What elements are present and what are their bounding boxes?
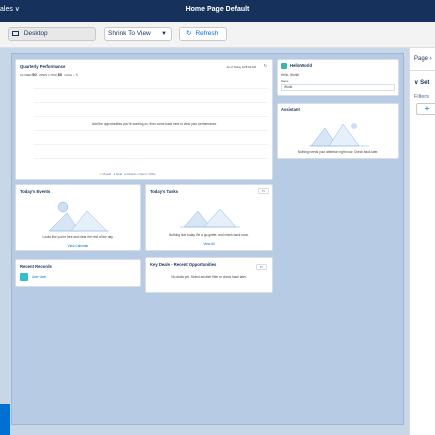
properties-panel: Page › ∨ Set Filters + xyxy=(409,48,435,435)
quarterly-performance-card[interactable]: Quarterly Performance As of Today 9:25:0… xyxy=(15,59,273,180)
pencil-icon[interactable]: ✎ xyxy=(76,73,78,77)
refresh-button[interactable]: ↻ Refresh xyxy=(179,27,227,41)
card-title: Quarterly Performance xyxy=(20,64,66,69)
caret-down-icon: ▼ xyxy=(161,31,167,37)
greeting-text: Hello, World! xyxy=(281,73,300,77)
filters-label: Filters xyxy=(414,94,429,100)
open-label: OPEN (>70%) xyxy=(39,73,57,77)
gridline xyxy=(34,88,268,89)
page-title: Home Page Default xyxy=(185,6,250,13)
gridline xyxy=(34,116,268,117)
filter-dropdown-icon[interactable]: ⏷▾ xyxy=(258,188,269,194)
refresh-icon: ↻ xyxy=(186,30,192,37)
device-label: Desktop xyxy=(23,30,48,37)
gridline xyxy=(34,102,268,103)
name-label: Name xyxy=(281,79,289,83)
card-title: Recent Records xyxy=(20,264,52,269)
section-label: Set xyxy=(420,80,430,86)
legend-closed: Closed xyxy=(102,172,112,176)
panel-breadcrumb[interactable]: Page › xyxy=(414,56,432,62)
utility-bar-accent xyxy=(0,404,10,435)
empty-message: Looks like you're free and clear the res… xyxy=(42,235,114,239)
recent-record-link[interactable]: User User xyxy=(32,275,46,279)
empty-chart-message: Add the opportunities you're working on,… xyxy=(92,122,217,126)
perf-summary: CLOSED $0 OPEN (>70%) $0 GOAL -- ✎ xyxy=(20,72,78,77)
legend-goal: Goal xyxy=(116,172,122,176)
name-input[interactable]: World xyxy=(281,84,395,91)
mountains-illustration-icon xyxy=(309,123,369,147)
page-canvas: Quarterly Performance As of Today 9:25:0… xyxy=(11,53,404,425)
key-deals-card[interactable]: Key Deals - Recent Opportunities ⏷▾ No d… xyxy=(145,257,273,293)
gridline xyxy=(34,130,268,131)
device-selector[interactable]: Desktop xyxy=(8,27,96,41)
goal-label: GOAL -- xyxy=(64,73,75,77)
chevron-down-icon: ∨ xyxy=(414,80,419,86)
app-header: ales ∨ Home Page Default xyxy=(0,0,435,22)
as-of-timestamp: As of Today 9:25:02 AM xyxy=(226,65,257,69)
recent-records-card[interactable]: Recent Records User User xyxy=(15,259,141,287)
refresh-icon[interactable]: ↻ xyxy=(264,63,267,68)
legend-open: Closed + Open (>70%) xyxy=(126,172,156,176)
panel-divider xyxy=(410,70,435,71)
view-mode-select[interactable]: Shrink To View ▼ xyxy=(104,27,172,41)
chart-area: Add the opportunities you're working on,… xyxy=(22,82,268,170)
builder-toolbar: Desktop Shrink To View ▼ ↻ Refresh xyxy=(0,22,435,48)
legend-goal-dot: ● xyxy=(113,172,116,176)
todays-tasks-card[interactable]: Today's Tasks ⏷▾ Nothing due today. Be a… xyxy=(145,184,273,251)
empty-message: Nothing due today. Be a go-getter, and c… xyxy=(168,233,250,237)
todays-events-card[interactable]: Today's Events Looks like you're free an… xyxy=(15,184,141,251)
section-toggle[interactable]: ∨ Set xyxy=(414,79,429,86)
calendar-illustration-icon xyxy=(49,201,109,232)
card-title: Assistant xyxy=(281,107,300,112)
refresh-label: Refresh xyxy=(195,30,219,37)
panel-page-label: Page xyxy=(414,56,429,62)
empty-message: No deals yet. Select another filter or c… xyxy=(171,275,247,279)
add-filter-button[interactable]: + xyxy=(416,103,435,115)
card-title: HelloWorld xyxy=(290,63,313,68)
user-avatar xyxy=(20,273,28,281)
view-calendar-link[interactable]: View Calendar xyxy=(16,244,140,248)
card-title: Today's Events xyxy=(20,189,51,194)
desktop-icon xyxy=(12,31,19,36)
gridline xyxy=(34,144,268,145)
view-mode-label: Shrink To View xyxy=(108,30,151,37)
open-value: $0 xyxy=(57,72,63,77)
chart-legend: ● Closed ● Goal ● Closed + Open (>70%) xyxy=(100,172,155,176)
legend-open-dot: ● xyxy=(124,172,126,176)
view-all-link[interactable]: View All xyxy=(146,242,272,246)
closed-label: CLOSED xyxy=(20,73,32,77)
assistant-card[interactable]: Assistant Nothing needs your attention r… xyxy=(277,103,399,159)
gridline xyxy=(34,158,268,159)
card-title: Key Deals - Recent Opportunities xyxy=(150,262,217,267)
closed-value: $0 xyxy=(32,72,37,77)
tasks-illustration-icon xyxy=(180,208,240,228)
helloworld-card[interactable]: HelloWorld Hello, World! Name World xyxy=(277,59,399,96)
empty-message: Nothing needs your attention right now. … xyxy=(297,150,379,154)
lightning-component-icon xyxy=(281,63,287,69)
card-title: Today's Tasks xyxy=(150,189,179,194)
filter-dropdown-icon[interactable]: ⏷▾ xyxy=(256,264,267,270)
